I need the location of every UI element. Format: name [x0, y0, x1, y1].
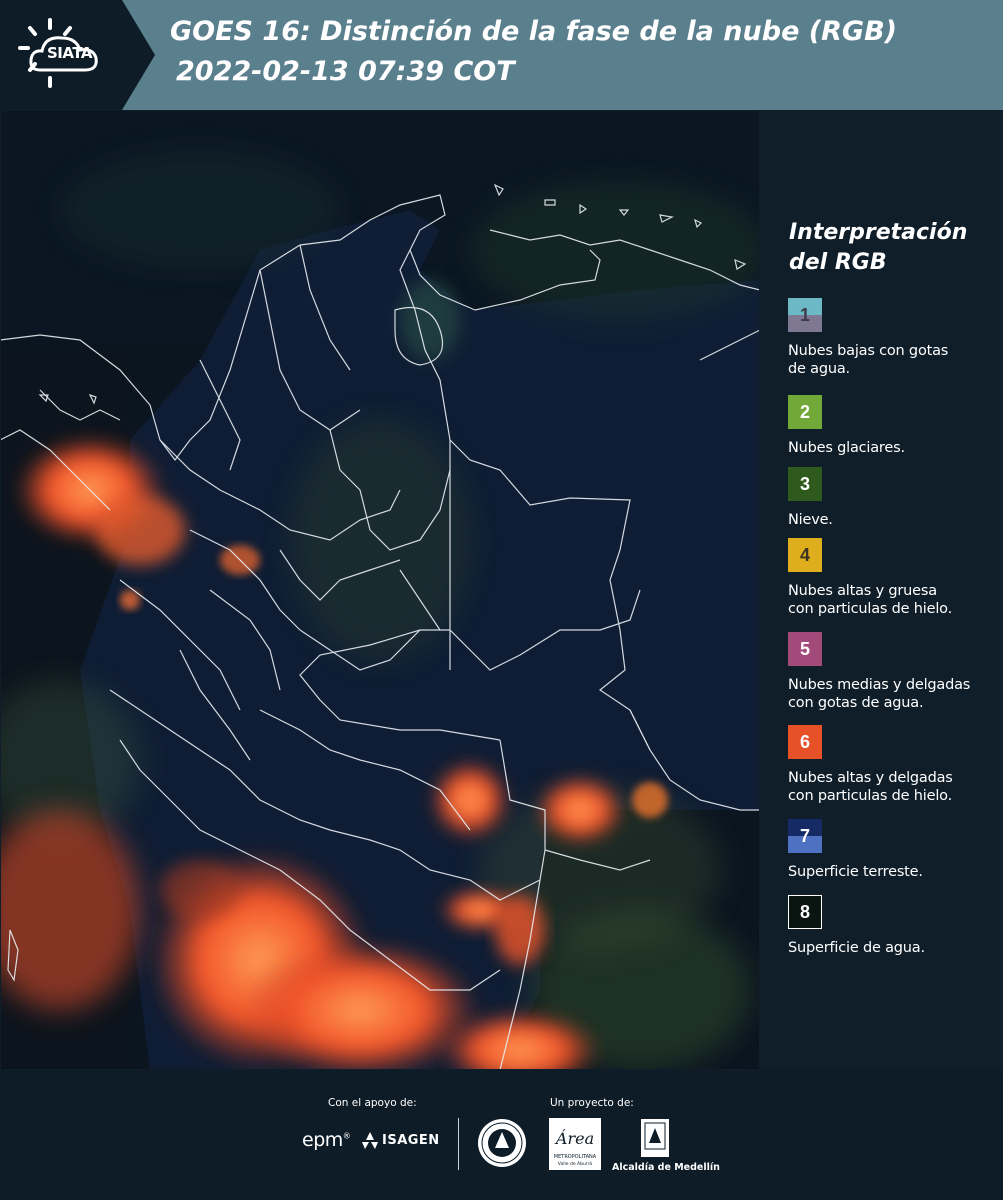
legend-item-2: 2 Nubes glaciares. — [788, 395, 1002, 457]
area-metropolitana-logo: Área METROPOLITANA Valle de Aburrá — [549, 1118, 601, 1170]
legend-swatch-4: 4 — [788, 538, 822, 572]
legend-number: 3 — [799, 473, 810, 494]
header: SIATA GOES 16: Distinción de la fase de … — [0, 0, 1003, 110]
legend-label-line: Superficie de agua. — [788, 940, 925, 956]
legend-label: Nubes altas y delgadas con particulas de… — [788, 769, 1002, 805]
legend-title: Interpretación del RGB — [789, 218, 999, 278]
legend-label-line: Nubes medias y delgadas — [788, 677, 971, 693]
legend-label-line: de agua. — [788, 361, 850, 377]
epm-logo: epm® — [302, 1129, 351, 1151]
satellite-map — [0, 110, 760, 1070]
epm-logo-text: epm — [302, 1129, 343, 1151]
page-timestamp: 2022-02-13 07:39 COT — [176, 56, 515, 87]
project-label: Un proyecto de: — [550, 1097, 634, 1109]
legend-label-line: con particulas de hielo. — [788, 601, 952, 617]
isagen-logo: ISAGEN — [382, 1133, 440, 1148]
footer-divider — [458, 1118, 459, 1170]
legend-swatch-7: 7 — [788, 819, 822, 853]
legend-swatch-5: 5 — [788, 632, 822, 666]
legend-label-line: con particulas de hielo. — [788, 788, 952, 804]
legend-label-line: Superficie terreste. — [788, 864, 923, 880]
legend-label: Superficie de agua. — [788, 939, 1002, 957]
legend-number: 6 — [799, 731, 810, 752]
legend-number: 7 — [799, 825, 810, 846]
legend-item-5: 5 Nubes medias y delgadas con gotas de a… — [788, 632, 1002, 712]
legend-item-6: 6 Nubes altas y delgadas con particulas … — [788, 725, 1002, 805]
legend-label: Superficie terreste. — [788, 863, 1002, 881]
legend-swatch-8: 8 — [788, 895, 822, 929]
legend-item-8: 8 Superficie de agua. — [788, 895, 1002, 957]
legend-label-line: Nubes altas y delgadas — [788, 770, 953, 786]
legend-swatch-3: 3 — [788, 467, 822, 501]
area-logo-sub2: Valle de Aburrá — [558, 1160, 593, 1167]
alcaldia-label: Alcaldía de Medellín — [612, 1162, 720, 1173]
isagen-icon — [362, 1132, 378, 1149]
legend-title-line2: del RGB — [789, 250, 887, 275]
legend-number: 1 — [799, 304, 810, 325]
medellin-seal-icon — [478, 1119, 526, 1167]
legend-swatch-2: 2 — [788, 395, 822, 429]
area-logo-sub1: METROPOLITANA — [554, 1154, 597, 1160]
footer: Con el apoyo de: Un proyecto de: epm® IS… — [0, 1070, 1003, 1200]
siata-logo-text: SIATA — [47, 44, 93, 62]
legend-item-3: 3 Nieve. — [788, 467, 1002, 529]
legend-label-line: con gotas de agua. — [788, 695, 924, 711]
legend-label-line: Nubes bajas con gotas — [788, 343, 949, 359]
area-logo-text: Área — [554, 1128, 594, 1148]
legend-label: Nubes medias y delgadas con gotas de agu… — [788, 676, 1002, 712]
legend-panel: Interpretación del RGB 1 Nubes bajas con… — [760, 110, 1003, 1070]
legend-label: Nubes glaciares. — [788, 439, 1002, 457]
legend-label: Nubes bajas con gotas de agua. — [788, 342, 1002, 378]
legend-swatch-1: 1 — [788, 298, 822, 332]
legend-item-7: 7 Superficie terreste. — [788, 819, 1002, 881]
support-label: Con el apoyo de: — [328, 1097, 417, 1109]
legend-number: 5 — [799, 638, 810, 659]
legend-item-4: 4 Nubes altas y gruesa con particulas de… — [788, 538, 1002, 618]
satellite-image — [0, 110, 760, 1070]
legend-title-line1: Interpretación — [789, 220, 968, 245]
legend-label-line: Nubes glaciares. — [788, 440, 905, 456]
alcaldia-shield-icon — [641, 1119, 669, 1157]
legend-label-line: Nubes altas y gruesa — [788, 583, 937, 599]
legend-number: 4 — [799, 544, 810, 565]
legend-item-1: 1 Nubes bajas con gotas de agua. — [788, 298, 1002, 378]
legend-label: Nieve. — [788, 511, 1002, 529]
legend-number: 8 — [799, 901, 810, 922]
page-title: GOES 16: Distinción de la fase de la nub… — [170, 16, 897, 47]
legend-swatch-6: 6 — [788, 725, 822, 759]
legend-label: Nubes altas y gruesa con particulas de h… — [788, 582, 1002, 618]
legend-label-line: Nieve. — [788, 512, 833, 528]
siata-logo: SIATA — [0, 0, 155, 110]
legend-number: 2 — [799, 401, 810, 422]
